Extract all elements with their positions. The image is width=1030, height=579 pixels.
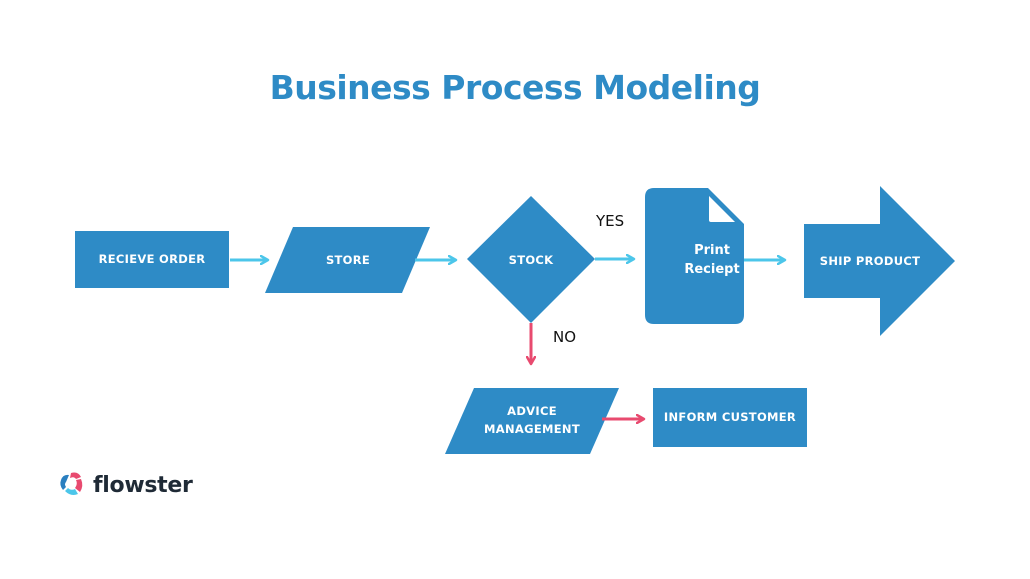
node-label: STORE xyxy=(326,253,370,267)
node-ship-product: SHIP PRODUCT xyxy=(804,186,955,336)
node-label: RECIEVE ORDER xyxy=(99,252,206,266)
brand-logo: flowster xyxy=(57,470,193,500)
node-inform-customer: INFORM CUSTOMER xyxy=(653,388,807,447)
node-label-line1: Print xyxy=(694,243,730,258)
node-label-line2: Reciept xyxy=(684,262,739,277)
no-label: NO xyxy=(553,328,576,346)
node-label: INFORM CUSTOMER xyxy=(664,410,796,424)
node-stock: STOCK xyxy=(467,196,595,323)
yes-label: YES xyxy=(595,212,624,230)
brand-name: flowster xyxy=(93,472,193,498)
node-print-receipt: Print Reciept xyxy=(645,188,744,324)
parallelogram-shape xyxy=(445,388,619,454)
flowster-logo-icon xyxy=(60,472,83,495)
node-label-line2: MANAGEMENT xyxy=(484,422,580,436)
node-label: STOCK xyxy=(509,253,555,267)
node-advice-management: ADVICE MANAGEMENT xyxy=(445,388,619,454)
node-label: SHIP PRODUCT xyxy=(820,254,920,268)
node-label-line1: ADVICE xyxy=(507,404,557,418)
node-receive-order: RECIEVE ORDER xyxy=(75,231,229,288)
node-store: STORE xyxy=(265,227,430,293)
